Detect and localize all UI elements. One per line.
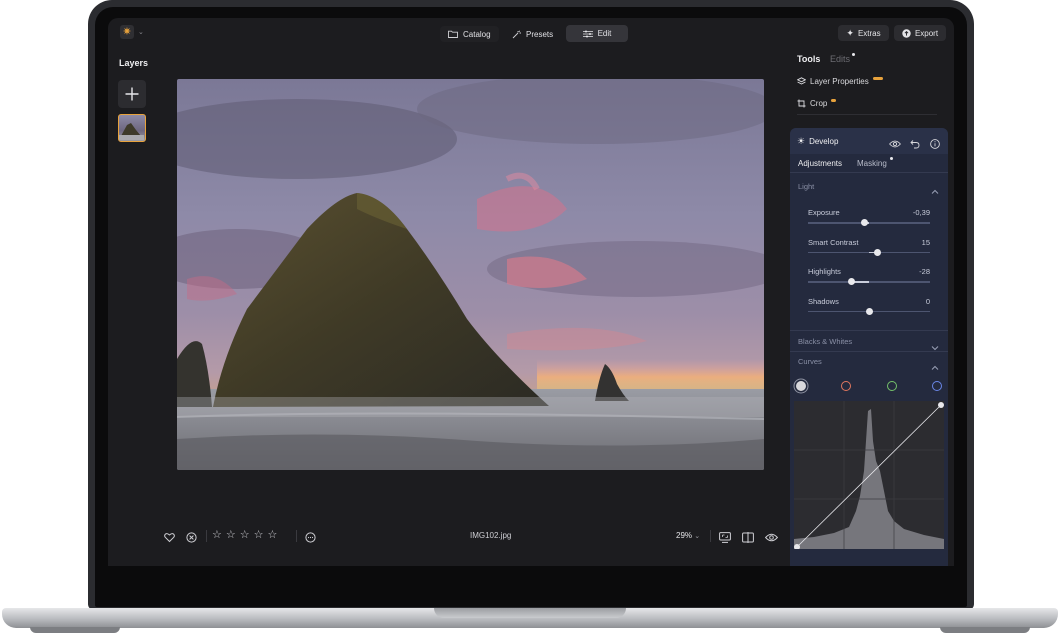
masking-indicator-dot (890, 157, 893, 160)
tab-catalog[interactable]: Catalog (440, 26, 499, 42)
reject-icon[interactable] (186, 530, 197, 543)
tools-divider (797, 114, 937, 115)
star-icon[interactable]: ☆ (226, 528, 236, 541)
info-icon[interactable] (930, 136, 940, 149)
layer-properties-label: Layer Properties (810, 76, 869, 86)
sun-icon: ☀ (797, 135, 806, 146)
preview-eye-icon[interactable] (764, 530, 779, 542)
curve-channel-green[interactable] (887, 381, 897, 391)
photo-image (177, 79, 764, 470)
extras-button[interactable]: ✦ Extras (838, 25, 889, 41)
crop-item[interactable]: Crop (797, 97, 837, 109)
magic-wand-icon (512, 29, 521, 38)
slider-value[interactable]: 15 (900, 238, 930, 247)
chevron-up-icon[interactable] (931, 182, 939, 194)
develop-title: Develop (809, 136, 839, 146)
sliders-icon (582, 30, 593, 37)
compare-icon[interactable] (742, 530, 754, 543)
edits-indicator-dot (852, 53, 855, 56)
tab-edit-label: Edit (597, 29, 612, 38)
chevron-down-icon[interactable] (931, 338, 939, 351)
star-icon[interactable]: ☆ (254, 528, 264, 541)
crop-label: Crop (810, 98, 828, 108)
ai-badge (831, 99, 837, 102)
folder-icon (448, 30, 458, 38)
reset-undo-icon[interactable] (910, 136, 920, 149)
heart-icon[interactable] (164, 530, 175, 543)
curves-histogram (794, 401, 944, 549)
app-window: ✷ ⌄ Catalog Presets Edit ✦ Extras Export… (108, 18, 954, 566)
export-button[interactable]: Export (894, 25, 946, 41)
star-icon[interactable]: ☆ (240, 528, 250, 541)
tabs-divider (790, 172, 948, 173)
fit-screen-icon[interactable] (719, 530, 731, 543)
tab-masking[interactable]: Masking (857, 159, 887, 168)
tab-tools[interactable]: Tools (797, 54, 820, 64)
photo-canvas[interactable] (177, 79, 764, 470)
tab-presets[interactable]: Presets (504, 26, 561, 42)
chevron-down-icon: ⌄ (138, 29, 144, 36)
sparkle-icon: ✦ (846, 27, 854, 38)
curve-channel-blue[interactable] (932, 381, 942, 391)
crop-icon (797, 99, 806, 107)
light-divider (790, 330, 948, 331)
slider-track[interactable] (808, 281, 930, 283)
toolbar-divider (206, 530, 207, 542)
filename-label: IMG102.jpg (470, 531, 512, 540)
blacks-whites-divider (790, 351, 948, 352)
slider-value[interactable]: 0 (900, 297, 930, 306)
bottom-toolbar: ☆ ☆ ☆ ☆ ☆ IMG102.jpg 29% ⌄ (164, 526, 784, 546)
app-logo-button[interactable]: ✷ ⌄ (120, 24, 150, 40)
zoom-dropdown[interactable]: 29% ⌄ (676, 531, 700, 540)
layers-icon (797, 76, 806, 85)
slider-knob[interactable] (874, 248, 882, 256)
add-layer-button[interactable] (118, 80, 146, 108)
slider-value[interactable]: -28 (900, 267, 930, 276)
section-light-label[interactable]: Light (798, 182, 814, 191)
layer-thumbnail[interactable] (118, 114, 146, 142)
extras-label: Extras (857, 28, 881, 38)
screen-chin (108, 566, 954, 606)
curves-graph[interactable] (794, 401, 944, 549)
section-blacks-whites-label[interactable]: Blacks & Whites (798, 337, 852, 346)
tab-edits[interactable]: Edits (830, 54, 850, 64)
toolbar-divider-2 (296, 530, 297, 542)
slider-value[interactable]: -0,39 (900, 208, 930, 217)
layers-title: Layers (119, 58, 149, 68)
slider-track[interactable] (808, 222, 930, 224)
tab-presets-label: Presets (526, 29, 554, 39)
tab-catalog-label: Catalog (463, 29, 491, 39)
laptop-foot-right (940, 627, 1030, 633)
star-icon[interactable]: ☆ (212, 528, 222, 541)
export-label: Export (914, 28, 939, 38)
layer-properties-item[interactable]: Layer Properties (797, 75, 883, 87)
tab-edit[interactable]: Edit (566, 25, 628, 42)
slider-knob[interactable] (865, 307, 873, 315)
tab-adjustments[interactable]: Adjustments (798, 159, 842, 168)
slider-knob[interactable] (860, 219, 868, 226)
chevron-down-icon: ⌄ (694, 533, 701, 540)
slider-label: Smart Contrast (808, 237, 859, 247)
develop-title-row[interactable]: ☀ Develop (797, 135, 838, 147)
slider-label: Highlights (808, 267, 841, 276)
star-icon[interactable]: ☆ (268, 528, 278, 541)
section-curves-label[interactable]: Curves (798, 357, 822, 366)
chevron-up-icon[interactable] (931, 358, 939, 370)
plus-icon (125, 87, 139, 101)
sun-logo-icon: ✷ (120, 25, 134, 39)
toolbar-divider-3 (710, 530, 711, 542)
visibility-eye-icon[interactable] (888, 136, 902, 148)
curve-channel-rgb[interactable] (796, 381, 806, 391)
thumbnail-rock-shape (119, 123, 144, 140)
more-options-icon[interactable] (305, 530, 316, 543)
laptop-foot-left (30, 627, 120, 633)
zoom-value: 29% (676, 531, 693, 540)
export-icon (902, 28, 911, 38)
star-rating[interactable]: ☆ ☆ ☆ ☆ ☆ (212, 528, 277, 541)
pro-badge (872, 77, 883, 80)
curve-channel-red[interactable] (841, 381, 851, 391)
slider-label: Shadows (808, 296, 839, 306)
slider-label: Exposure (808, 208, 840, 217)
laptop-notch (434, 608, 626, 618)
